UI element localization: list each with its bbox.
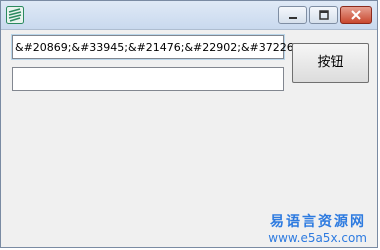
app-window: &#20869;&#33945;&#21476;&#22902;&#37226 …: [0, 0, 378, 248]
maximize-button[interactable]: [309, 6, 338, 24]
text-input-1[interactable]: &#20869;&#33945;&#21476;&#22902;&#37226: [11, 34, 294, 60]
close-icon: [351, 10, 361, 20]
app-icon: [6, 6, 24, 24]
title-bar[interactable]: [1, 1, 377, 30]
action-button[interactable]: 按钮: [292, 43, 369, 83]
close-button[interactable]: [340, 6, 372, 24]
minimize-button[interactable]: [278, 6, 307, 24]
text-input-1-value: &#20869;&#33945;&#21476;&#22902;&#37226: [15, 41, 294, 54]
maximize-icon: [318, 10, 329, 20]
minimize-icon: [288, 17, 297, 19]
watermark-title: 易语言资源网: [270, 214, 366, 230]
text-input-2[interactable]: [12, 67, 284, 91]
watermark-url: www.e5a5x.com: [268, 231, 367, 245]
